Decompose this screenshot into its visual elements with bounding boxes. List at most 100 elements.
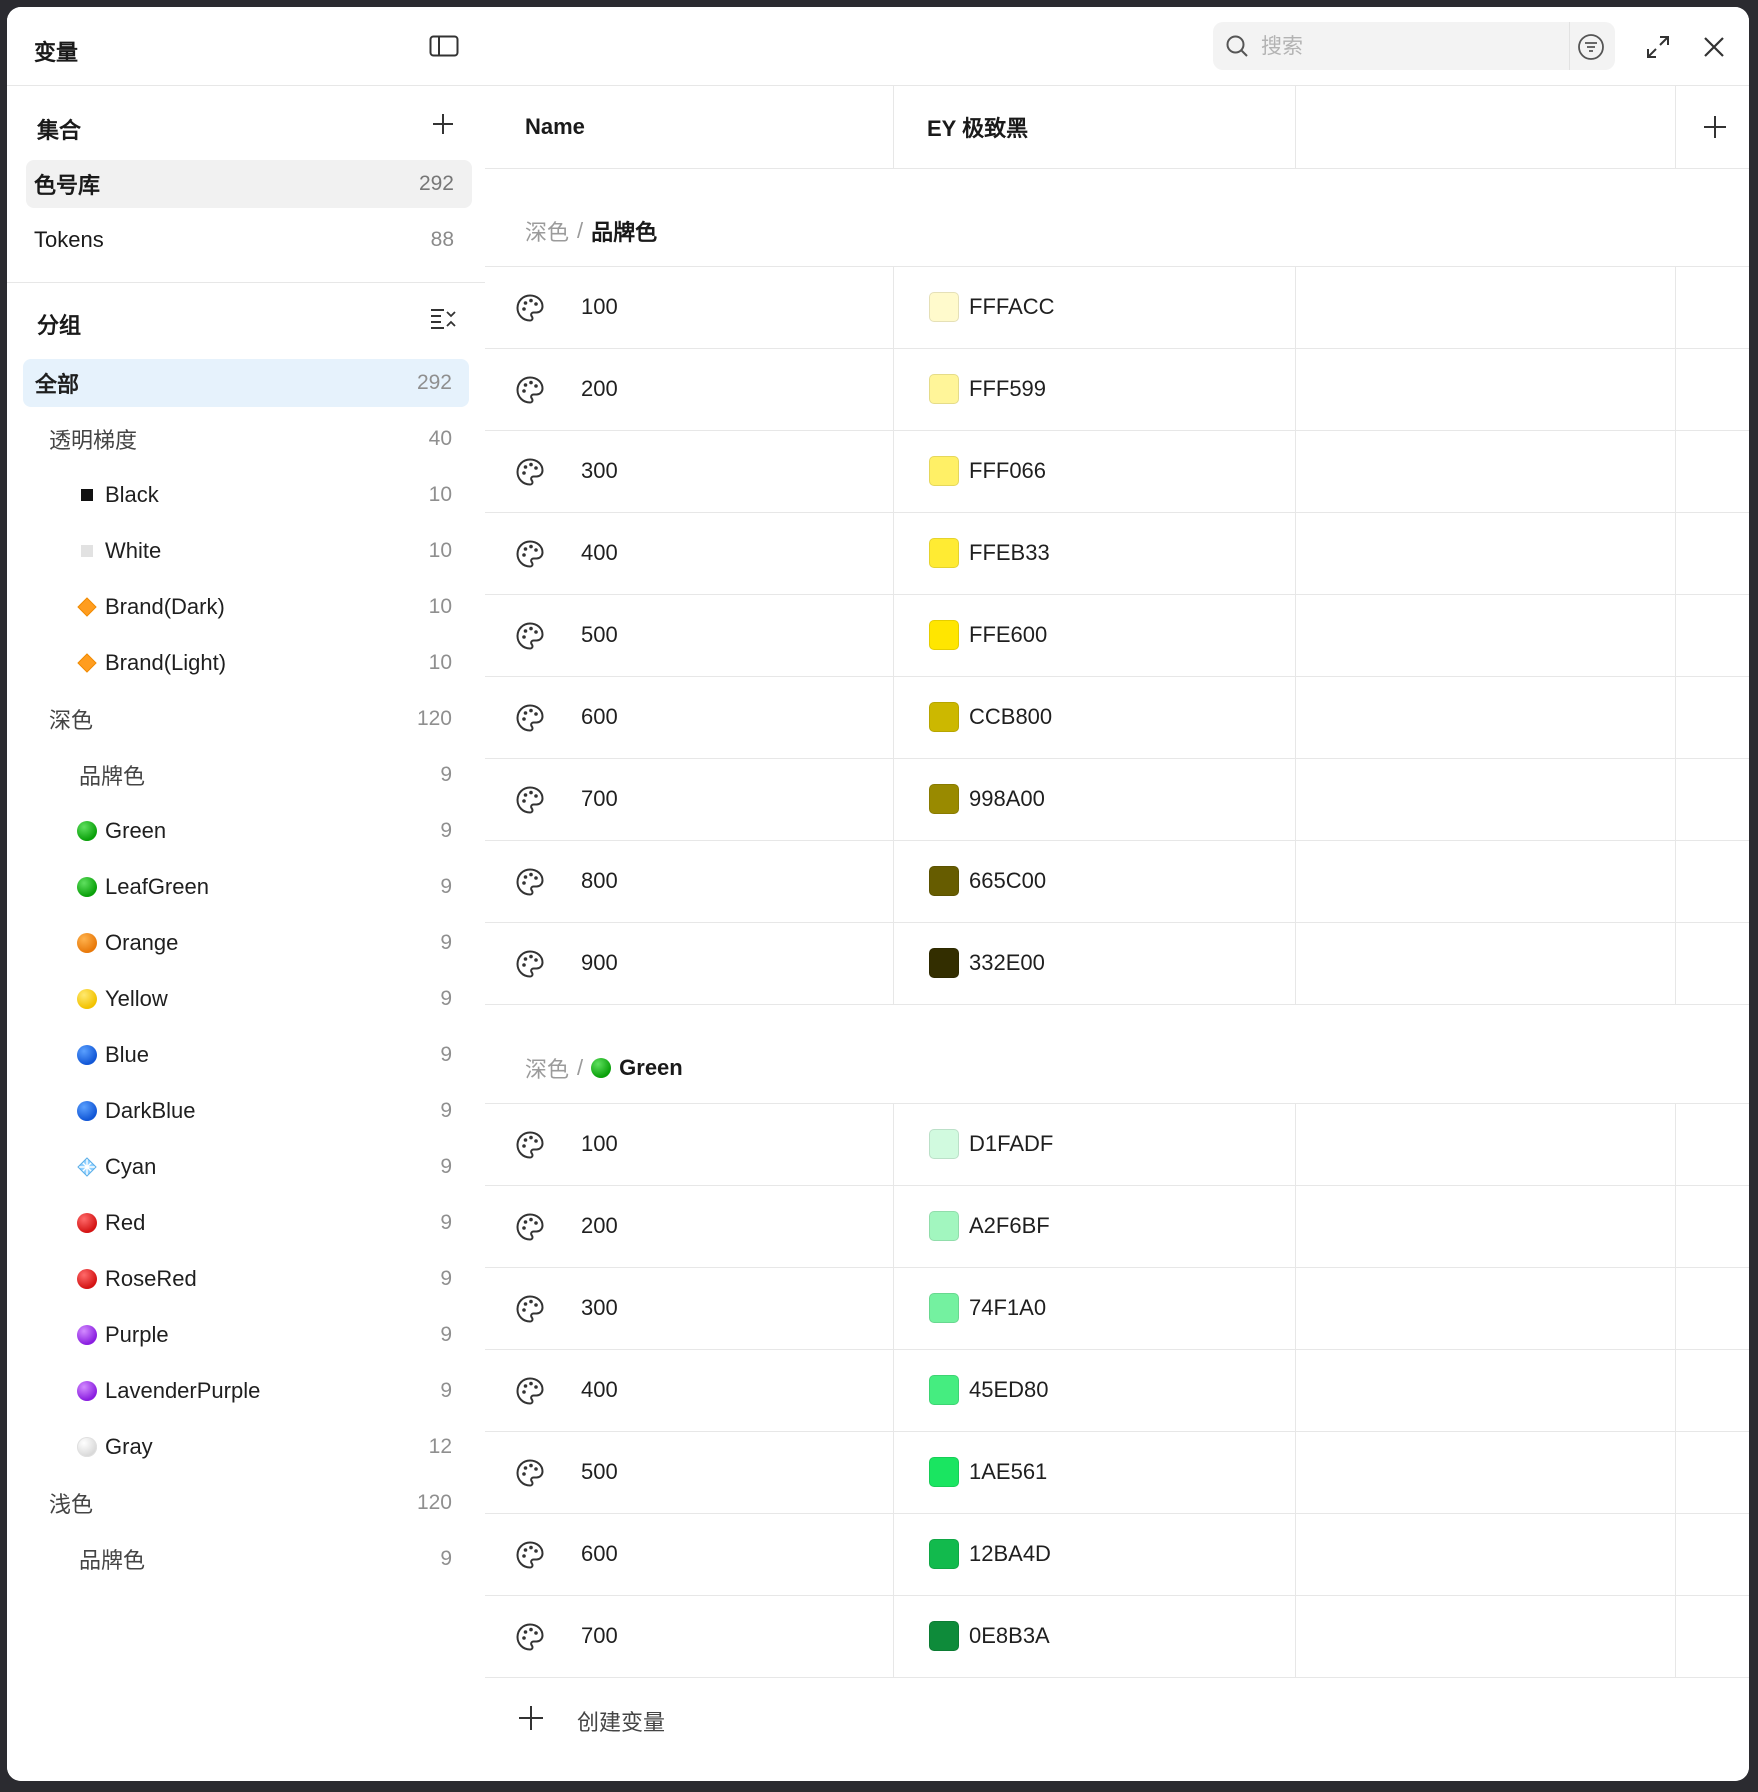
group-item[interactable]: 深色 120	[23, 695, 469, 743]
table-row[interactable]: 700 0E8B3A	[485, 1595, 1749, 1678]
plus-icon	[1704, 116, 1726, 138]
collection-item[interactable]: 色号库 292	[26, 160, 472, 208]
variable-name: 300	[581, 1295, 618, 1320]
color-swatch[interactable]	[929, 1129, 959, 1159]
color-hex-value: 665C00	[969, 868, 1047, 893]
color-swatch[interactable]	[929, 784, 959, 814]
color-swatch[interactable]	[929, 292, 959, 322]
breadcrumb-current-label: 品牌色	[591, 220, 658, 245]
breadcrumb-separator: /	[577, 218, 584, 243]
column-divider	[893, 923, 894, 1005]
red-circle-icon	[77, 1269, 97, 1289]
group-name: Red	[77, 1210, 145, 1236]
table-row[interactable]: 400 45ED80	[485, 1349, 1749, 1432]
color-swatch[interactable]	[929, 1293, 959, 1323]
palette-icon	[515, 375, 545, 405]
color-swatch[interactable]	[929, 538, 959, 568]
color-swatch[interactable]	[929, 1457, 959, 1487]
table-row[interactable]: 800 665C00	[485, 840, 1749, 923]
variables-window: 变量 集合 色号库 292 Tokens 88 分组 全部 292 透明梯度 40 Black…	[7, 7, 1749, 1781]
plus-icon	[519, 1706, 543, 1730]
color-swatch[interactable]	[929, 866, 959, 896]
table-row[interactable]: 600 12BA4D	[485, 1513, 1749, 1596]
table-row[interactable]: 300 FFF066	[485, 430, 1749, 513]
table-row[interactable]: 300 74F1A0	[485, 1267, 1749, 1350]
collapse-groups-button[interactable]	[427, 303, 459, 335]
group-item[interactable]: Black 10	[23, 471, 469, 519]
color-swatch[interactable]	[929, 1211, 959, 1241]
color-hex-value: 332E00	[969, 950, 1045, 975]
expand-button[interactable]	[1643, 32, 1673, 62]
table-row[interactable]: 500 FFE600	[485, 594, 1749, 677]
column-divider	[1675, 267, 1676, 349]
table-row[interactable]: 100 FFFACC	[485, 266, 1749, 349]
group-item[interactable]: 透明梯度 40	[23, 415, 469, 463]
color-swatch[interactable]	[929, 702, 959, 732]
search-box	[1213, 22, 1615, 72]
table-row[interactable]: 600 CCB800	[485, 676, 1749, 759]
add-collection-button[interactable]	[427, 108, 459, 140]
color-swatch[interactable]	[929, 948, 959, 978]
table-row[interactable]: 400 FFEB33	[485, 512, 1749, 595]
group-item[interactable]: Purple 9	[23, 1311, 469, 1359]
group-item[interactable]: 全部 292	[23, 359, 469, 407]
group-count: 120	[416, 1491, 452, 1514]
color-swatch[interactable]	[929, 456, 959, 486]
color-hex-value: FFFACC	[969, 294, 1055, 319]
create-variable-button[interactable]: 创建变量	[485, 1677, 1749, 1758]
color-swatch[interactable]	[929, 374, 959, 404]
column-header-mode[interactable]: EY 极致黑	[927, 86, 1028, 168]
group-item[interactable]: 品牌色 9	[23, 751, 469, 799]
color-swatch[interactable]	[929, 620, 959, 650]
palette-icon	[515, 785, 545, 815]
group-breadcrumb: 深色 / Green	[525, 1052, 683, 1084]
group-name: 品牌色	[79, 759, 145, 791]
table-row[interactable]: 700 998A00	[485, 758, 1749, 841]
group-item[interactable]: White 10	[23, 527, 469, 575]
group-item[interactable]: Green 9	[23, 807, 469, 855]
group-name: 透明梯度	[49, 423, 137, 455]
group-item[interactable]: Yellow 9	[23, 975, 469, 1023]
group-item[interactable]: Red 9	[23, 1199, 469, 1247]
color-hex-value: 74F1A0	[969, 1295, 1047, 1320]
sidebar-panel-icon	[429, 35, 459, 57]
group-item[interactable]: RoseRed 9	[23, 1255, 469, 1303]
color-swatch[interactable]	[929, 1375, 959, 1405]
orange-diamond-icon	[77, 597, 97, 617]
group-item[interactable]: Cyan 9	[23, 1143, 469, 1191]
table-row[interactable]: 100 D1FADF	[485, 1103, 1749, 1186]
group-item[interactable]: DarkBlue 9	[23, 1087, 469, 1135]
color-swatch[interactable]	[929, 1621, 959, 1651]
color-swatch[interactable]	[929, 1539, 959, 1569]
table-row[interactable]: 500 1AE561	[485, 1431, 1749, 1514]
group-label: 深色	[49, 708, 94, 733]
expand-icon	[1647, 36, 1669, 58]
group-item[interactable]: Orange 9	[23, 919, 469, 967]
group-name: 浅色	[49, 1487, 93, 1519]
search-input[interactable]	[1259, 22, 1563, 72]
group-item[interactable]: 浅色 120	[23, 1479, 469, 1527]
toggle-sidebar-button[interactable]	[429, 34, 459, 58]
add-mode-column-button[interactable]	[1700, 112, 1730, 142]
group-item[interactable]: LavenderPurple 9	[23, 1367, 469, 1415]
breadcrumb-parent[interactable]: 深色	[525, 1052, 569, 1084]
table-row[interactable]: 200 FFF599	[485, 348, 1749, 431]
column-header-name[interactable]: Name	[525, 86, 585, 168]
group-item[interactable]: Brand(Dark) 10	[23, 583, 469, 631]
group-label: Black	[105, 482, 159, 507]
group-item[interactable]: LeafGreen 9	[23, 863, 469, 911]
column-divider	[1295, 595, 1296, 677]
table-row[interactable]: 900 332E00	[485, 922, 1749, 1005]
filter-icon[interactable]	[1577, 33, 1605, 61]
group-item[interactable]: Brand(Light) 10	[23, 639, 469, 687]
group-item[interactable]: Gray 12	[23, 1423, 469, 1471]
close-button[interactable]	[1699, 32, 1729, 62]
group-item[interactable]: Blue 9	[23, 1031, 469, 1079]
group-label: 全部	[35, 372, 80, 397]
breadcrumb-parent[interactable]: 深色	[525, 215, 569, 247]
group-item[interactable]: 品牌色 9	[23, 1535, 469, 1583]
group-name: Blue	[77, 1042, 149, 1068]
list-collapse-icon	[431, 309, 456, 329]
collection-item[interactable]: Tokens 88	[26, 216, 472, 264]
table-row[interactable]: 200 A2F6BF	[485, 1185, 1749, 1268]
